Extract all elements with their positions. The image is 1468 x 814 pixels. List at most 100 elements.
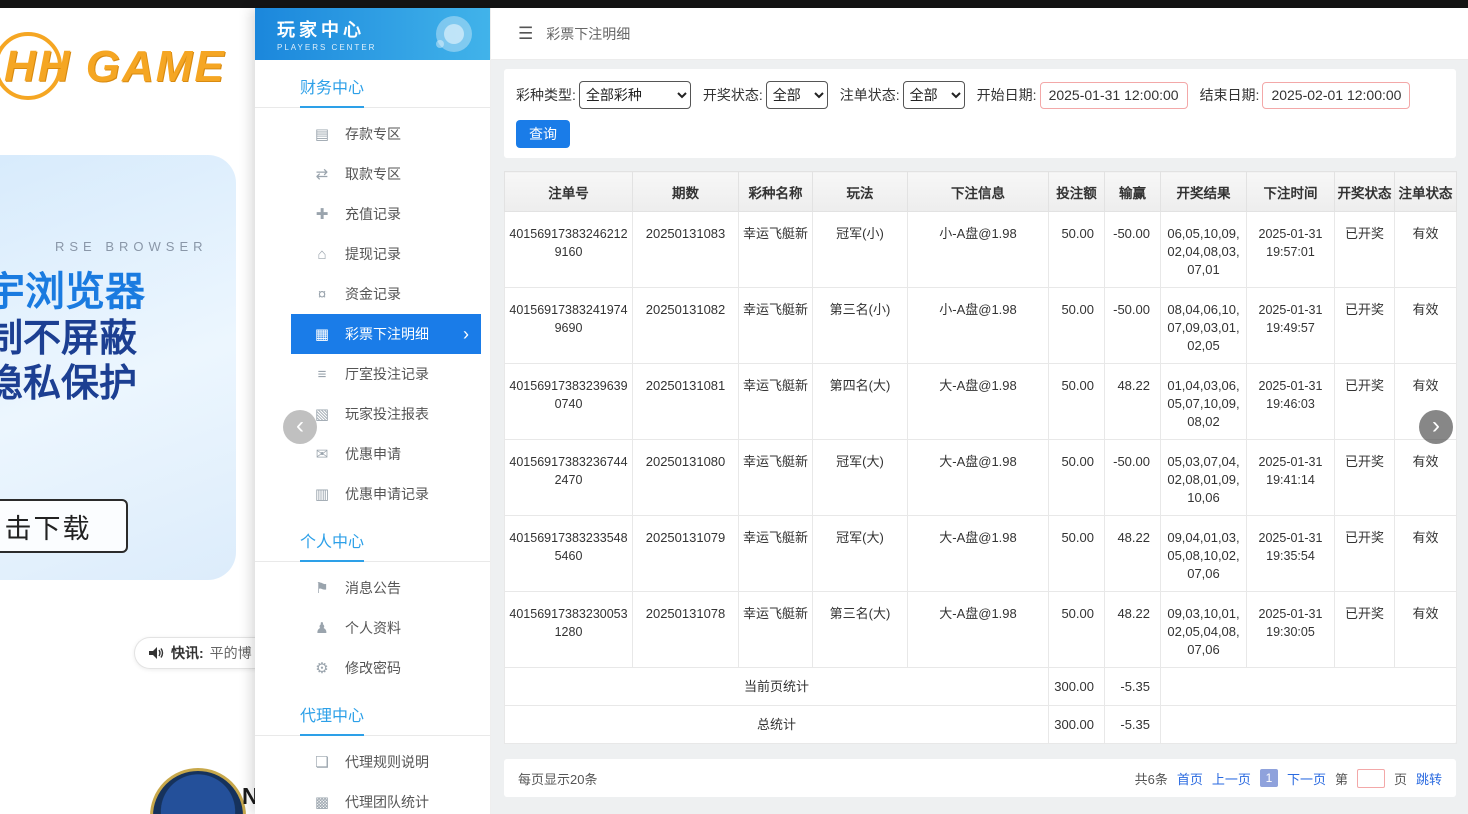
- sidebar-item-agent-rules[interactable]: ❏代理规则说明: [291, 742, 481, 782]
- speaker-icon: [149, 646, 165, 660]
- cell-draw-status: 已开奖: [1335, 364, 1395, 440]
- announcement-icon: ⚑: [312, 579, 332, 597]
- team-logo: [150, 768, 246, 814]
- promo-icon: ✉: [312, 445, 332, 463]
- page-jump-input[interactable]: [1357, 769, 1385, 788]
- cell-winloss: -50.00: [1105, 440, 1161, 516]
- chevron-right-icon: ›: [463, 324, 469, 345]
- cell-play: 冠军(大): [813, 516, 908, 592]
- cell-bet-info: 大-A盘@1.98: [908, 592, 1049, 668]
- cell-draw-status: 已开奖: [1335, 516, 1395, 592]
- summary-label: 总统计: [505, 706, 1049, 744]
- cell-bet-no: 401569173832419749690: [505, 288, 633, 364]
- cell-lottery: 幸运飞艇新: [739, 440, 813, 516]
- next-page-link[interactable]: 下一页: [1287, 769, 1326, 788]
- cell-result: 09,04,01,03,05,08,10,02,07,06: [1161, 516, 1247, 592]
- start-date-input[interactable]: [1040, 82, 1188, 109]
- table-row: 40156917383236744247020250131080幸运飞艇新冠军(…: [505, 440, 1457, 516]
- sidebar-item-profile[interactable]: ♟ 个人资料: [291, 608, 481, 648]
- sidebar-item-messages[interactable]: ⚑ 消息公告: [291, 568, 481, 608]
- carousel-left-arrow[interactable]: ‹: [283, 410, 317, 444]
- cell-lottery: 幸运飞艇新: [739, 592, 813, 668]
- cell-amount: 50.00: [1049, 440, 1105, 516]
- column-header-amount: 投注额: [1049, 172, 1105, 212]
- cell-result: 05,03,07,04,02,08,01,09,10,06: [1161, 440, 1247, 516]
- sidebar-item-agent-team-stats[interactable]: ▩代理团队统计: [291, 782, 481, 814]
- carousel-right-arrow[interactable]: ›: [1419, 410, 1453, 444]
- sidebar-item-hall-bet-records[interactable]: ≡厅室投注记录: [291, 354, 481, 394]
- cell-amount: 50.00: [1049, 516, 1105, 592]
- jump-button[interactable]: 跳转: [1416, 769, 1442, 788]
- sidebar-section-title: 代理中心: [255, 702, 490, 736]
- cell-winloss: -50.00: [1105, 288, 1161, 364]
- summary-row: 当前页统计300.00-5.35: [505, 668, 1457, 706]
- summary-label: 当前页统计: [505, 668, 1049, 706]
- cell-result: 08,04,06,10,07,09,03,01,02,05: [1161, 288, 1247, 364]
- cell-amount: 50.00: [1049, 364, 1105, 440]
- sidebar-item-withdrawal-records[interactable]: ⌂提现记录: [291, 234, 481, 274]
- per-page-label: 每页显示20条: [518, 769, 597, 788]
- cell-bet-no: 401569173832462129160: [505, 212, 633, 288]
- withdraw-icon: ⇄: [312, 165, 332, 183]
- prev-page-link[interactable]: 上一页: [1212, 769, 1251, 788]
- table-row: 40156917383239639074020250131081幸运飞艇新第四名…: [505, 364, 1457, 440]
- draw-status-select[interactable]: 全部: [766, 81, 828, 109]
- query-button[interactable]: 查询: [516, 120, 570, 148]
- sidebar: 玩家中心 PLAYERS CENTER 财务中心▤存款专区⇄取款专区✚充值记录⌂…: [255, 8, 491, 814]
- cell-bet-time: 2025-01-31 19:49:57: [1247, 288, 1335, 364]
- players-center-panel: 玩家中心 PLAYERS CENTER 财务中心▤存款专区⇄取款专区✚充值记录⌂…: [255, 8, 1468, 814]
- cell-winloss: 48.22: [1105, 516, 1161, 592]
- funds-record-icon: ¤: [312, 286, 332, 303]
- team-stats-icon: ▩: [312, 793, 332, 811]
- cell-bet-time: 2025-01-31 19:41:14: [1247, 440, 1335, 516]
- cell-bet-status: 有效: [1395, 212, 1457, 288]
- sidebar-item-recharge-records[interactable]: ✚充值记录: [291, 194, 481, 234]
- main-topbar: ☰ 彩票下注明细: [491, 8, 1468, 60]
- sidebar-item-player-bet-report[interactable]: ▧玩家投注报表: [291, 394, 481, 434]
- column-header-bet-time: 下注时间: [1247, 172, 1335, 212]
- sidebar-item-deposit-zone[interactable]: ▤存款专区: [291, 114, 481, 154]
- cell-winloss: 48.22: [1105, 364, 1161, 440]
- sidebar-item-funds-records[interactable]: ¤资金记录: [291, 274, 481, 314]
- sidebar-item-label: 存款专区: [345, 124, 401, 144]
- table-row: 40156917383246212916020250131083幸运飞艇新冠军(…: [505, 212, 1457, 288]
- jump-label-pre: 第: [1335, 769, 1348, 788]
- cell-bet-info: 大-A盘@1.98: [908, 516, 1049, 592]
- sidebar-item-label: 修改密码: [345, 658, 401, 678]
- cell-winloss: 48.22: [1105, 592, 1161, 668]
- cell-period: 20250131079: [633, 516, 739, 592]
- bet-status-label: 注单状态:: [840, 85, 900, 105]
- cell-bet-info: 小-A盘@1.98: [908, 288, 1049, 364]
- promo-record-icon: ▥: [312, 485, 332, 503]
- first-page-link[interactable]: 首页: [1177, 769, 1203, 788]
- sidebar-item-change-password[interactable]: ⚙修改密码: [291, 648, 481, 688]
- cell-lottery: 幸运飞艇新: [739, 212, 813, 288]
- ticker-label: 快讯:: [171, 643, 204, 663]
- end-date-input[interactable]: [1262, 82, 1410, 109]
- sidebar-item-lottery-bet-details[interactable]: ▦彩票下注明细›: [291, 314, 481, 354]
- cell-period: 20250131080: [633, 440, 739, 516]
- profile-icon: ♟: [312, 619, 332, 637]
- menu-icon[interactable]: ☰: [518, 24, 533, 44]
- sidebar-item-label: 取款专区: [345, 164, 401, 184]
- bet-status-select[interactable]: 全部: [903, 81, 965, 109]
- download-button[interactable]: 击下载: [0, 499, 128, 553]
- recharge-record-icon: ✚: [312, 205, 332, 223]
- cell-result: 01,04,03,06,05,07,10,09,08,02: [1161, 364, 1247, 440]
- agent-rules-icon: ❏: [312, 753, 332, 771]
- sidebar-item-withdraw-zone[interactable]: ⇄ 取款专区: [291, 154, 481, 194]
- withdrawal-record-icon: ⌂: [312, 246, 332, 263]
- lottery-type-select[interactable]: 全部彩种: [579, 81, 691, 109]
- pagination-bar: 每页显示20条 共6条 首页 上一页 1 下一页 第 页 跳转: [504, 759, 1456, 797]
- sidebar-item-label: 消息公告: [345, 578, 401, 598]
- cell-amount: 50.00: [1049, 288, 1105, 364]
- sidebar-item-label: 个人资料: [345, 618, 401, 638]
- summary-amount: 300.00: [1049, 668, 1105, 706]
- cell-result: 09,03,10,01,02,05,04,08,07,06: [1161, 592, 1247, 668]
- sidebar-item-promo-apply-records[interactable]: ▥优惠申请记录: [291, 474, 481, 514]
- lottery-type-label: 彩种类型:: [516, 85, 576, 105]
- cell-bet-no: 401569173832300531280: [505, 592, 633, 668]
- cell-draw-status: 已开奖: [1335, 288, 1395, 364]
- sidebar-item-promo-apply[interactable]: ✉优惠申请: [291, 434, 481, 474]
- cell-bet-time: 2025-01-31 19:46:03: [1247, 364, 1335, 440]
